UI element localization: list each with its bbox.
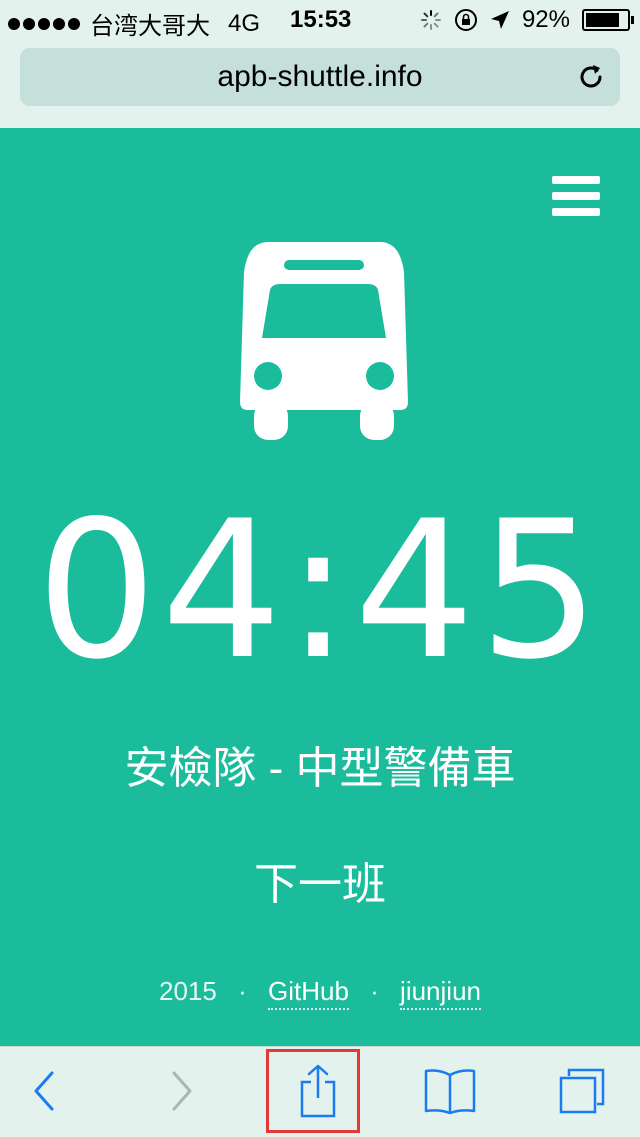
address-bar[interactable]: apb-shuttle.info bbox=[20, 48, 620, 106]
next-shuttle-button[interactable]: 下一班 bbox=[220, 848, 420, 912]
battery-percent: 92% bbox=[521, 6, 570, 33]
footer-year: 2015 bbox=[159, 976, 217, 1006]
github-link[interactable]: GitHub bbox=[267, 976, 349, 1010]
battery-icon bbox=[582, 9, 634, 31]
author-link[interactable]: jiunjiun bbox=[400, 976, 481, 1010]
url-text[interactable]: apb-shuttle.info bbox=[20, 60, 620, 94]
carrier-name: 台湾大哥大 bbox=[90, 13, 210, 40]
route-name: 安檢隊 - 中型警備車 bbox=[124, 744, 516, 793]
bus-icon bbox=[240, 242, 408, 440]
rotation-lock-icon bbox=[454, 9, 477, 31]
browser-toolbar bbox=[0, 1046, 640, 1137]
share-icon bbox=[300, 1064, 336, 1118]
bookmarks-button[interactable] bbox=[420, 1061, 480, 1121]
shuttle-page: 04:45 安檢隊 - 中型警備車 下一班 2015 · GitHub · ji… bbox=[0, 128, 640, 1046]
tabs-icon bbox=[559, 1068, 605, 1114]
back-icon bbox=[34, 1071, 54, 1111]
activity-spinner-icon bbox=[420, 10, 441, 30]
status-bar: 台湾大哥大 4G 15:53 92% bbox=[0, 0, 640, 40]
share-button[interactable] bbox=[288, 1061, 348, 1121]
network-type: 4G bbox=[228, 9, 261, 37]
status-time: 15:53 bbox=[290, 6, 352, 33]
forward-button[interactable] bbox=[152, 1061, 212, 1121]
location-arrow-icon bbox=[490, 11, 509, 29]
forward-icon bbox=[172, 1071, 192, 1111]
footer: 2015 · GitHub · jiunjiun bbox=[0, 976, 640, 1010]
countdown-timer: 04:45 bbox=[36, 480, 604, 701]
tabs-button[interactable] bbox=[552, 1061, 612, 1121]
menu-icon[interactable] bbox=[552, 176, 600, 216]
browser-address-area: apb-shuttle.info bbox=[0, 40, 640, 128]
signal-strength-icon bbox=[8, 17, 80, 30]
footer-separator: · bbox=[238, 976, 247, 1006]
footer-separator: · bbox=[370, 976, 379, 1006]
bookmarks-icon bbox=[424, 1069, 476, 1115]
back-button[interactable] bbox=[14, 1061, 74, 1121]
reload-icon[interactable] bbox=[576, 62, 606, 92]
